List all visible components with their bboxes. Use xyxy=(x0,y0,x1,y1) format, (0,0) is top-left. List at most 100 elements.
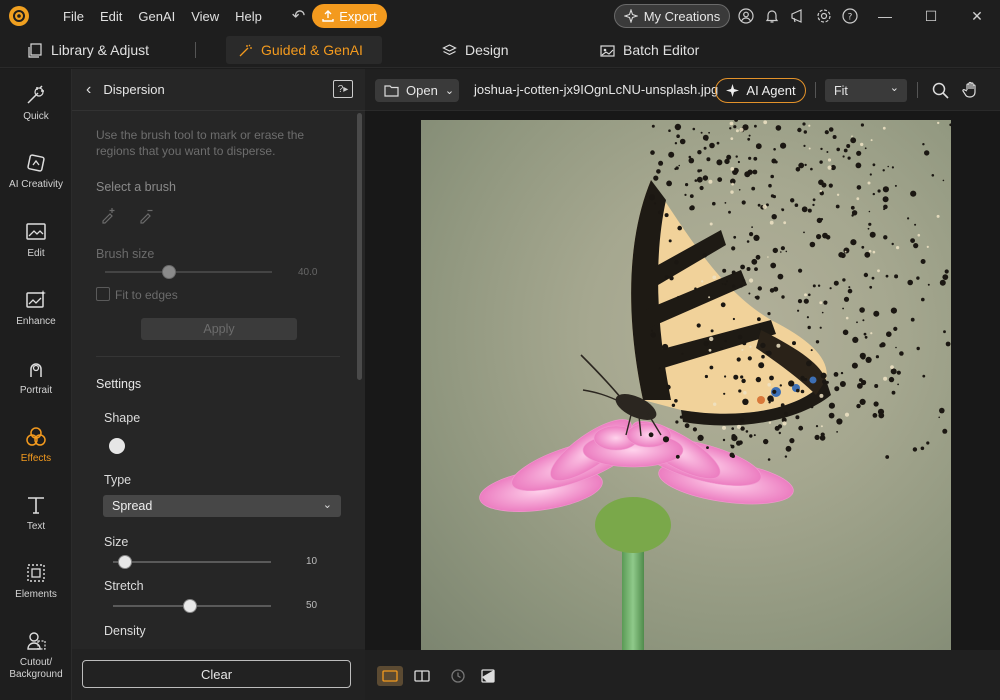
maximize-icon[interactable]: ☐ xyxy=(908,0,954,32)
dispersion-particle xyxy=(733,235,737,239)
rail-item-elements[interactable]: Elements xyxy=(0,561,72,601)
ai-agent-icon xyxy=(726,84,740,97)
dispersion-particle xyxy=(797,299,803,304)
my-creations-button[interactable]: My Creations xyxy=(614,4,730,28)
undo-icon[interactable]: ↶ xyxy=(292,6,305,26)
close-icon[interactable]: ✕ xyxy=(954,0,1000,32)
dispersion-particle xyxy=(721,283,724,285)
tutorial-video-icon[interactable]: ?▸ xyxy=(333,80,353,98)
clear-button[interactable]: Clear xyxy=(82,660,351,688)
help-icon[interactable]: ? xyxy=(840,6,860,26)
menu-genai[interactable]: GenAI xyxy=(130,9,183,24)
dispersion-particle xyxy=(772,247,778,254)
dispersion-particle xyxy=(883,208,886,211)
dispersion-particle xyxy=(808,293,811,297)
apply-button[interactable]: Apply xyxy=(141,318,297,340)
ai-agent-button[interactable]: AI Agent xyxy=(715,78,806,103)
notification-icon[interactable] xyxy=(762,6,782,26)
rail-item-enhance[interactable]: Enhance xyxy=(0,288,72,328)
dispersion-particle xyxy=(803,298,809,304)
dispersion-particle xyxy=(949,123,951,127)
app-logo-icon xyxy=(9,6,29,26)
upload-icon xyxy=(322,10,334,22)
menu-help[interactable]: Help xyxy=(227,9,270,24)
dispersion-particle xyxy=(855,162,862,169)
light-speck xyxy=(767,383,771,387)
dispersion-particle xyxy=(784,455,788,458)
dispersion-particle xyxy=(863,272,869,278)
dispersion-particle xyxy=(694,179,698,182)
dispersion-particle xyxy=(810,167,813,171)
pan-hand-icon[interactable] xyxy=(961,80,981,100)
dispersion-particle xyxy=(674,123,682,131)
fit-to-edges-checkbox[interactable] xyxy=(96,287,110,301)
dispersion-particle xyxy=(914,223,917,226)
zoom-select[interactable]: Fit ⌄ xyxy=(825,79,907,102)
dispersion-particle xyxy=(856,185,862,190)
dispersion-particle xyxy=(761,354,765,359)
back-arrow-icon[interactable]: ‹ xyxy=(86,81,91,99)
dispersion-particle xyxy=(779,384,782,387)
history-icon[interactable] xyxy=(445,666,471,686)
dispersion-particle xyxy=(651,329,654,332)
image-canvas[interactable] xyxy=(421,120,951,650)
brush-size-knob[interactable] xyxy=(162,265,176,279)
menu-view[interactable]: View xyxy=(183,9,227,24)
dispersion-particle xyxy=(939,279,946,286)
dispersion-particle xyxy=(810,349,813,352)
dispersion-particle xyxy=(706,446,709,449)
brush-erase-icon[interactable] xyxy=(138,206,156,227)
dispersion-particle xyxy=(943,330,946,334)
rail-item-text[interactable]: Text xyxy=(0,493,72,533)
menu-file[interactable]: File xyxy=(55,9,92,24)
dispersion-particle xyxy=(737,334,743,340)
light-speck xyxy=(735,129,739,133)
minimize-icon[interactable]: — xyxy=(862,0,908,32)
dispersion-particle xyxy=(677,225,682,231)
brush-size-track[interactable] xyxy=(105,271,272,273)
rail-item-quick[interactable]: Quick xyxy=(0,83,72,123)
open-button[interactable]: Open ⌄ xyxy=(375,79,459,102)
rail-label: Quick xyxy=(23,111,49,122)
tab-design[interactable]: Design xyxy=(430,36,521,64)
before-after-icon[interactable] xyxy=(475,666,501,686)
dispersion-particle xyxy=(740,375,744,379)
compare-view-icon[interactable] xyxy=(409,666,435,686)
promo-icon[interactable] xyxy=(788,6,808,26)
light-speck xyxy=(804,293,807,297)
light-speck xyxy=(722,425,726,430)
settings-gear-icon[interactable] xyxy=(814,6,834,26)
dispersion-particle xyxy=(739,284,743,288)
single-view-icon[interactable] xyxy=(377,666,403,686)
rail-item-ai-creativity[interactable]: AI Creativity xyxy=(0,151,72,191)
rail-item-portrait[interactable]: Portrait xyxy=(0,357,72,397)
dispersion-particle xyxy=(859,398,866,405)
stretch-slider-knob[interactable] xyxy=(183,599,197,613)
rail-label: AI Creativity xyxy=(9,179,63,190)
dispersion-particle xyxy=(650,150,655,155)
dispersion-particle xyxy=(648,194,656,201)
type-select[interactable]: Spread ⌄ xyxy=(103,495,341,517)
size-slider-track[interactable] xyxy=(113,561,271,563)
export-button[interactable]: Export xyxy=(312,4,387,28)
brush-add-icon[interactable] xyxy=(100,206,118,227)
shape-circle-option[interactable] xyxy=(109,438,125,454)
tab-batch-editor[interactable]: Batch Editor xyxy=(588,36,711,64)
account-icon[interactable] xyxy=(736,6,756,26)
dispersion-particle xyxy=(807,208,812,213)
light-speck xyxy=(926,245,929,248)
rail-item-cutout-background[interactable]: Cutout/ Background xyxy=(0,629,72,681)
menu-edit[interactable]: Edit xyxy=(92,9,130,24)
effects-icon xyxy=(26,427,46,446)
dispersion-particle xyxy=(912,447,918,452)
panel-scrollbar[interactable] xyxy=(357,113,362,380)
zoom-search-icon[interactable] xyxy=(930,80,950,100)
dispersion-particle xyxy=(731,270,736,275)
size-slider-knob[interactable] xyxy=(118,555,132,569)
rail-item-edit[interactable]: Edit xyxy=(0,220,72,260)
rail-item-effects[interactable]: Effects xyxy=(0,425,72,465)
tab-library-adjust[interactable]: Library & Adjust xyxy=(16,36,161,64)
tab-guided-genai[interactable]: Guided & GenAI xyxy=(226,36,382,64)
dispersion-particle xyxy=(828,412,835,419)
dispersion-particle xyxy=(836,147,840,152)
